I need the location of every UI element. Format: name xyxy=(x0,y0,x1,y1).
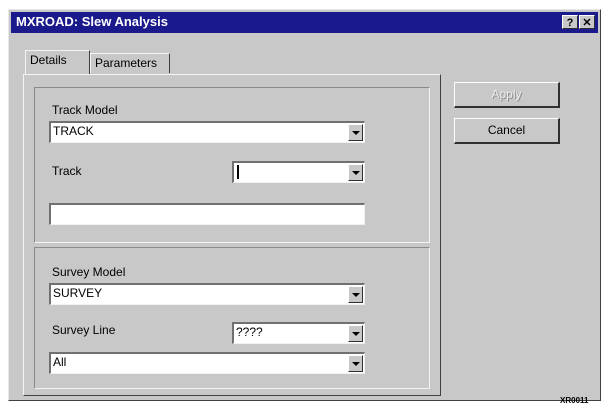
track-description-field[interactable] xyxy=(49,203,365,225)
survey-model-combo[interactable]: SURVEY xyxy=(49,283,365,305)
chevron-down-icon[interactable] xyxy=(348,124,363,141)
title-bar: MXROAD: Slew Analysis ? ✕ xyxy=(11,12,598,33)
chevron-down-icon[interactable] xyxy=(348,355,363,372)
track-model-combo[interactable]: TRACK xyxy=(49,121,365,143)
survey-filter-combo[interactable]: All xyxy=(49,352,365,374)
track-combo[interactable] xyxy=(232,161,365,183)
apply-button[interactable]: Apply xyxy=(454,82,560,108)
survey-group: Survey Model SURVEY Survey Line ???? All xyxy=(34,247,430,389)
close-button[interactable]: ✕ xyxy=(579,15,595,29)
survey-model-value: SURVEY xyxy=(53,286,103,300)
survey-line-label: Survey Line xyxy=(52,323,116,337)
details-panel: Track Model TRACK Track Survey Model SUR… xyxy=(23,74,441,396)
track-label: Track xyxy=(52,164,82,178)
tab-parameters[interactable]: Parameters xyxy=(90,53,170,73)
text-caret xyxy=(237,165,239,179)
cancel-button[interactable]: Cancel xyxy=(454,118,560,144)
survey-filter-value: All xyxy=(53,355,67,369)
chevron-down-icon[interactable] xyxy=(348,164,363,181)
survey-model-label: Survey Model xyxy=(52,265,126,279)
slew-analysis-dialog: MXROAD: Slew Analysis ? ✕ Details Parame… xyxy=(8,9,601,405)
chevron-down-icon[interactable] xyxy=(348,286,363,303)
chevron-down-icon[interactable] xyxy=(348,325,363,342)
figure-code: XR0011 xyxy=(560,396,589,405)
help-button[interactable]: ? xyxy=(562,15,578,29)
survey-line-combo[interactable]: ???? xyxy=(232,322,365,344)
survey-line-value: ???? xyxy=(236,325,263,339)
track-model-value: TRACK xyxy=(53,124,94,138)
tab-details[interactable]: Details xyxy=(25,50,90,74)
track-model-label: Track Model xyxy=(52,103,118,117)
track-group: Track Model TRACK Track xyxy=(34,87,430,243)
window-title: MXROAD: Slew Analysis xyxy=(16,14,168,29)
